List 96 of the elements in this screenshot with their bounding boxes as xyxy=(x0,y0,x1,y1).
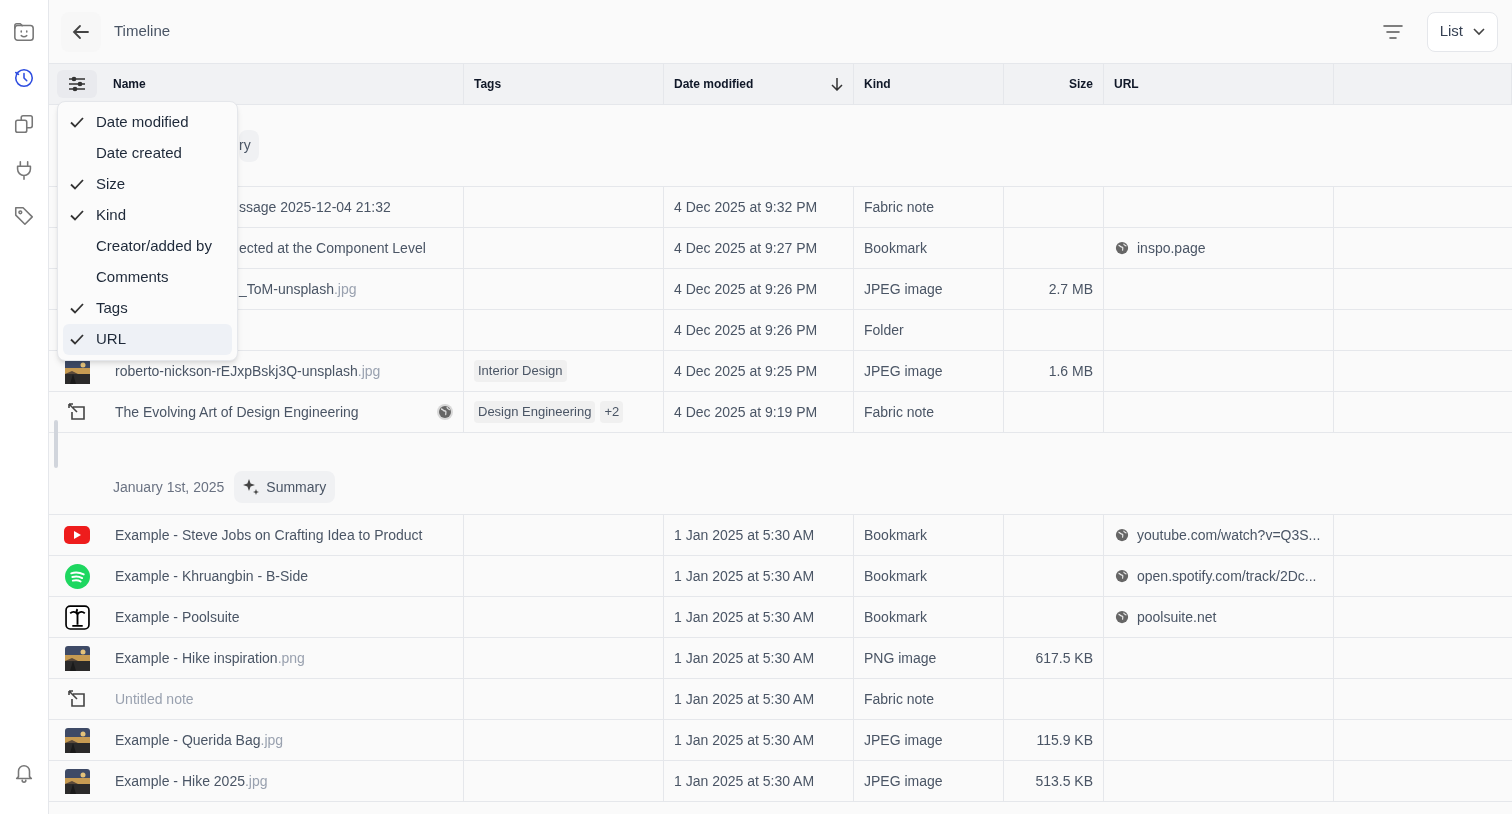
palm-tree-icon xyxy=(64,604,90,630)
file-name: The Evolving Art of Design Engineering xyxy=(115,402,359,422)
globe-icon xyxy=(1115,528,1129,542)
globe-icon xyxy=(437,404,453,420)
play-icon xyxy=(64,526,90,544)
tag-chip[interactable]: Interior Design xyxy=(474,360,567,382)
date-cell-text: 4 Dec 2025 at 9:26 PM xyxy=(674,320,818,340)
menu-item[interactable]: Comments xyxy=(63,262,232,293)
date-cell-text: 4 Dec 2025 at 9:32 PM xyxy=(674,197,818,217)
menu-item[interactable]: Creator/added by xyxy=(63,231,232,262)
globe-icon xyxy=(1115,241,1129,255)
kind-cell-text: Fabric note xyxy=(864,197,935,217)
file-name: _ToM-unsplash.jpg xyxy=(239,279,357,299)
checkmark-icon xyxy=(70,117,84,128)
file-name: ected at the Component Level xyxy=(239,238,426,258)
scrollbar[interactable] xyxy=(54,420,58,468)
file-name: Example - Hike inspiration.png xyxy=(115,648,305,668)
url-link[interactable]: inspo.page xyxy=(1137,237,1206,259)
url-link[interactable]: youtube.com/watch?v=Q3S... xyxy=(1137,524,1321,546)
view-dropdown[interactable]: List xyxy=(1426,11,1498,52)
file-name: ssage 2025-12-04 21:32 xyxy=(239,197,391,217)
column-header[interactable]: Size xyxy=(1069,75,1093,93)
menu-item[interactable]: Size xyxy=(63,169,232,200)
column-header[interactable]: Name xyxy=(113,75,146,93)
file-name: Example - Querida Bag.jpg xyxy=(115,730,284,750)
size-cell-text: 115.9 KB xyxy=(1036,730,1093,750)
note-icon xyxy=(67,689,87,709)
face-folder-icon xyxy=(13,21,35,43)
date-cell-text: 1 Jan 2025 at 5:30 AM xyxy=(674,566,815,586)
date-cell-text: 1 Jan 2025 at 5:30 AM xyxy=(674,730,815,750)
url-link[interactable]: open.spotify.com/track/2Dc... xyxy=(1137,565,1317,587)
column-settings-button[interactable] xyxy=(57,70,97,98)
date-cell-text: 4 Dec 2025 at 9:25 PM xyxy=(674,361,818,381)
size-cell-text: 617.5 KB xyxy=(1035,648,1093,668)
url-link[interactable]: poolsuite.net xyxy=(1137,606,1217,628)
date-cell-text: 1 Jan 2025 at 5:30 AM xyxy=(674,771,815,791)
checkmark-icon xyxy=(70,179,84,190)
tag-chip[interactable]: Design Engineering xyxy=(474,401,596,423)
checkmark-icon xyxy=(70,303,84,314)
file-name: Example - Khruangbin - B-Side xyxy=(115,566,308,586)
date-cell-text: 4 Dec 2025 at 9:26 PM xyxy=(674,279,818,299)
summary-button[interactable]: Summary xyxy=(234,471,336,503)
group-date: January 1st, 2025 xyxy=(113,477,225,497)
note-icon xyxy=(67,402,87,422)
sound-waves-icon xyxy=(64,563,90,589)
kind-cell-text: JPEG image xyxy=(864,771,943,791)
date-cell-text: 4 Dec 2025 at 9:27 PM xyxy=(674,238,818,258)
file-name: roberto-nickson-rEJxpBskj3Q-unsplash.jpg xyxy=(115,361,381,381)
checkmark-icon xyxy=(70,210,84,221)
kind-cell-text: Bookmark xyxy=(864,525,928,545)
date-cell-text: 1 Jan 2025 at 5:30 AM xyxy=(674,689,815,709)
file-name: Example - Poolsuite xyxy=(115,607,240,627)
bell-icon xyxy=(13,762,35,784)
size-cell-text: 1.6 MB xyxy=(1048,361,1093,381)
filter-icon xyxy=(1382,23,1403,40)
menu-item[interactable]: URL xyxy=(63,324,232,355)
size-cell-text: 2.7 MB xyxy=(1048,279,1093,299)
summary-button[interactable]: ry xyxy=(239,129,259,162)
globe-icon xyxy=(1115,610,1129,624)
copy-icon xyxy=(13,113,35,135)
column-header[interactable]: Date modified xyxy=(674,75,754,93)
kind-cell-text: PNG image xyxy=(864,648,937,668)
kind-cell-text: Bookmark xyxy=(864,607,928,627)
file-name: Untitled note xyxy=(115,689,194,709)
menu-item[interactable]: Date modified xyxy=(63,107,232,138)
sparkle-icon xyxy=(243,479,260,495)
file-name: Example - Hike 2025.jpg xyxy=(115,771,268,791)
kind-cell-text: Fabric note xyxy=(864,689,935,709)
kind-cell-text: Folder xyxy=(864,320,904,340)
sliders-icon xyxy=(68,76,86,92)
kind-cell-text: JPEG image xyxy=(864,279,943,299)
checkmark-icon xyxy=(70,334,84,345)
date-cell-text: 4 Dec 2025 at 9:19 PM xyxy=(674,402,818,422)
kind-cell-text: JPEG image xyxy=(864,361,943,381)
size-cell-text: 513.5 KB xyxy=(1035,771,1093,791)
sort-down-icon[interactable] xyxy=(831,77,843,91)
column-header[interactable]: Kind xyxy=(864,75,891,93)
kind-cell-text: Bookmark xyxy=(864,566,928,586)
column-header[interactable]: Tags xyxy=(474,75,502,93)
tag-icon xyxy=(13,205,35,227)
date-cell-text: 1 Jan 2025 at 5:30 AM xyxy=(674,607,815,627)
chevron-down-icon xyxy=(1473,27,1485,36)
menu-item[interactable]: Date created xyxy=(63,138,232,169)
clock-icon xyxy=(13,67,35,89)
tag-chip[interactable]: +2 xyxy=(600,401,624,423)
kind-cell-text: JPEG image xyxy=(864,730,943,750)
date-cell-text: 1 Jan 2025 at 5:30 AM xyxy=(674,525,815,545)
column-header[interactable]: URL xyxy=(1114,75,1139,93)
date-cell-text: 1 Jan 2025 at 5:30 AM xyxy=(674,648,815,668)
menu-item[interactable]: Kind xyxy=(63,200,232,231)
kind-cell-text: Bookmark xyxy=(864,238,928,258)
menu-item[interactable]: Tags xyxy=(63,293,232,324)
globe-icon xyxy=(1115,569,1129,583)
page-title: Timeline xyxy=(114,21,171,42)
kind-cell-text: Fabric note xyxy=(864,402,935,422)
file-name: Example - Steve Jobs on Crafting Idea to Product xyxy=(115,525,423,545)
